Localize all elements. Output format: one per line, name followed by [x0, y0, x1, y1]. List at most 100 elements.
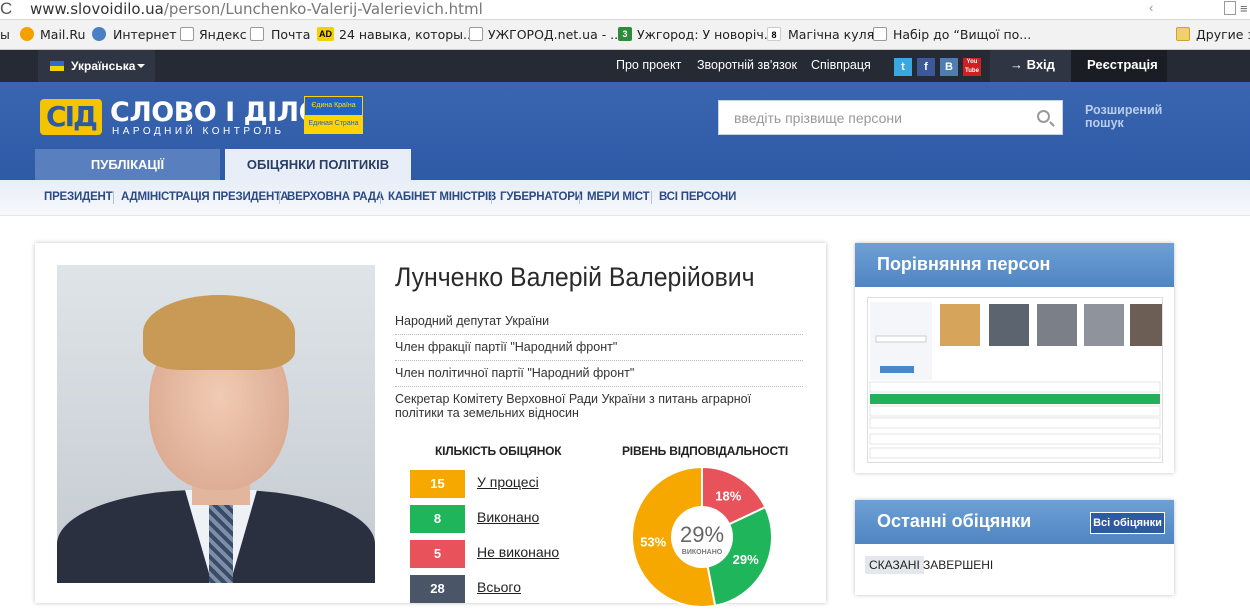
bookmark-star-icon[interactable]: ‹ — [1149, 0, 1153, 15]
page-icon[interactable] — [1224, 1, 1236, 15]
filter-completed-tab[interactable]: ЗАВЕРШЕНІ — [919, 556, 997, 574]
position-line: Народний депутат України — [395, 314, 550, 328]
cooperation-link[interactable]: Співпраця — [811, 58, 871, 72]
compare-panel: Порівняння персон — [855, 243, 1174, 473]
nav-divider — [113, 191, 114, 204]
folder-icon — [1176, 27, 1190, 41]
bookmark-item[interactable]: Интернет — [113, 27, 177, 42]
advanced-search-link[interactable]: Розширений пошук — [1085, 104, 1175, 130]
language-selector[interactable]: Українська — [38, 50, 155, 82]
preview-portrait — [1037, 304, 1077, 346]
bookmark-item[interactable]: Набір до “Вищої по... — [893, 27, 1031, 42]
total-link[interactable]: Всього — [477, 579, 521, 595]
nav-verkhovna-rada[interactable]: ВЕРХОВНА РАДА — [287, 191, 384, 203]
tab-publications[interactable]: ПУБЛІКАЦІЇ — [35, 149, 220, 180]
person-photo — [57, 265, 375, 583]
bookmark-item[interactable]: Mail.Ru — [40, 27, 85, 42]
page-icon — [873, 27, 887, 41]
done-count: 8 — [410, 505, 465, 533]
browser-address-bar: C www.slovoidilo.ua/person/Lunchenko-Val… — [0, 0, 1250, 20]
about-link[interactable]: Про проект — [616, 58, 681, 72]
in-progress-count: 15 — [410, 470, 465, 498]
globe-icon — [92, 27, 106, 41]
nav-president[interactable]: ПРЕЗИДЕНТ — [44, 191, 113, 203]
divider — [395, 360, 803, 361]
search-input[interactable] — [719, 101, 1019, 134]
logo-title: СЛОВО І ДІЛО — [110, 97, 322, 128]
twitter-icon[interactable]: t — [894, 58, 912, 76]
badge-bottom: Единая Страна — [305, 115, 362, 133]
bookmark-item[interactable]: Почта — [271, 27, 310, 42]
menu-icon[interactable]: ≡ — [1240, 1, 1248, 16]
bookmarks-bar: ы Mail.Ru Интернет Яндекс Почта AD 24 на… — [0, 20, 1250, 50]
url-field[interactable]: www.slovoidilo.ua/person/Lunchenko-Valer… — [30, 0, 483, 18]
other-bookmarks[interactable]: Другие за — [1196, 27, 1250, 42]
language-label: Українська — [71, 59, 136, 73]
position-line: Член політичної партії "Народний фронт" — [395, 366, 635, 380]
promises-count-title: КІЛЬКІСТЬ ОБІЦЯНОК — [435, 444, 562, 458]
zakarpattia-icon: 3 — [618, 27, 632, 41]
not-done-link[interactable]: Не виконано — [477, 544, 559, 560]
nav-governors[interactable]: ГУБЕРНАТОРИ — [500, 191, 583, 203]
nav-divider — [491, 191, 492, 204]
preview-row — [869, 381, 1161, 393]
nav-presidential-administration[interactable]: АДМІНІСТРАЦІЯ ПРЕЗИДЕНТА — [121, 191, 289, 203]
url-domain: www.slovoidilo.ua — [30, 0, 164, 18]
responsibility-donut-chart: 18% 29% 53% 29% ВИКОНАНО — [631, 465, 773, 608]
nav-all-persons[interactable]: ВСІ ПЕРСОНИ — [659, 191, 736, 203]
donut-center-value: 29% — [680, 522, 724, 547]
preview-row — [869, 447, 1161, 459]
preview-portrait — [989, 304, 1029, 346]
nav-mayors[interactable]: МЕРИ МІСТ — [587, 191, 650, 203]
compare-preview-graphic — [869, 302, 1162, 459]
compare-title: Порівняння персон — [855, 243, 1174, 287]
youtube-icon[interactable]: You Tube — [963, 58, 981, 76]
in-progress-link[interactable]: У процесі — [477, 474, 539, 490]
vkontakte-icon[interactable]: B — [940, 58, 958, 76]
position-line: Член фракції партії "Народний фронт" — [395, 340, 618, 354]
url-path: /person/Lunchenko-Valerij-Valerievich.ht… — [163, 0, 483, 18]
page-icon — [180, 27, 194, 41]
bookmark-item[interactable]: 24 навыка, которы... — [339, 27, 475, 42]
tab-politicians-promises[interactable]: ОБІЦЯНКИ ПОЛІТИКІВ — [225, 149, 411, 180]
bookmark-item[interactable]: Ужгород: У новоріч... — [637, 27, 776, 42]
logo-mark: СІД — [40, 99, 102, 135]
nav-divider — [579, 191, 580, 204]
filter-said-tab[interactable]: СКАЗАНІ — [865, 556, 924, 574]
page-icon — [469, 27, 483, 41]
done-link[interactable]: Виконано — [477, 509, 539, 525]
bookmark-item[interactable]: УЖГОРОД.net.ua - ... — [488, 27, 622, 42]
chevron-down-icon — [137, 64, 145, 68]
compare-preview-image[interactable] — [867, 297, 1163, 463]
divider — [395, 334, 803, 335]
eight-icon: 8 — [767, 27, 781, 41]
site-header: СІД СЛОВО І ДІЛО НАРОДНИЙ КОНТРОЛЬ Єдина… — [0, 82, 1250, 180]
nav-divider — [380, 191, 381, 204]
donut-center-label: ВИКОНАНО — [682, 549, 723, 556]
category-nav: ПРЕЗИДЕНТ АДМІНІСТРАЦІЯ ПРЕЗИДЕНТА ВЕРХО… — [0, 180, 1250, 216]
donut-slice-label: 53% — [640, 535, 666, 550]
login-button[interactable]: → Вхід — [990, 50, 1071, 82]
preview-row — [869, 417, 1161, 429]
feedback-link[interactable]: Зворотній зв'язок — [697, 58, 797, 72]
all-promises-button[interactable]: Всі обіцянки — [1090, 512, 1165, 534]
nav-cabinet[interactable]: КАБІНЕТ МІНІСТРІВ — [388, 191, 496, 203]
photo-tie — [209, 497, 233, 583]
facebook-icon[interactable]: f — [917, 58, 935, 76]
donut-slice-label: 18% — [715, 489, 741, 504]
responsibility-title: РІВЕНЬ ВІДПОВІДАЛЬНОСТІ — [622, 444, 788, 458]
preview-portrait — [1130, 304, 1162, 346]
reload-icon[interactable]: C — [0, 0, 12, 19]
search-icon[interactable] — [1037, 110, 1050, 123]
register-button[interactable]: Реєстрація — [1071, 50, 1167, 82]
not-done-count: 5 — [410, 540, 465, 568]
bookmark-item[interactable]: Яндекс — [199, 27, 247, 42]
mail-icon — [250, 27, 264, 41]
bookmark-item[interactable]: ы — [0, 27, 10, 42]
photo-hair — [143, 295, 295, 370]
site-top-bar: Українська Про проект Зворотній зв'язок … — [0, 50, 1250, 82]
preview-row — [869, 433, 1161, 445]
person-name: Лунченко Валерій Валерійович — [395, 262, 755, 292]
bookmark-item[interactable]: Магічна куля — [788, 27, 874, 42]
united-country-badge: Єдина Країна Единая Страна — [304, 96, 363, 134]
